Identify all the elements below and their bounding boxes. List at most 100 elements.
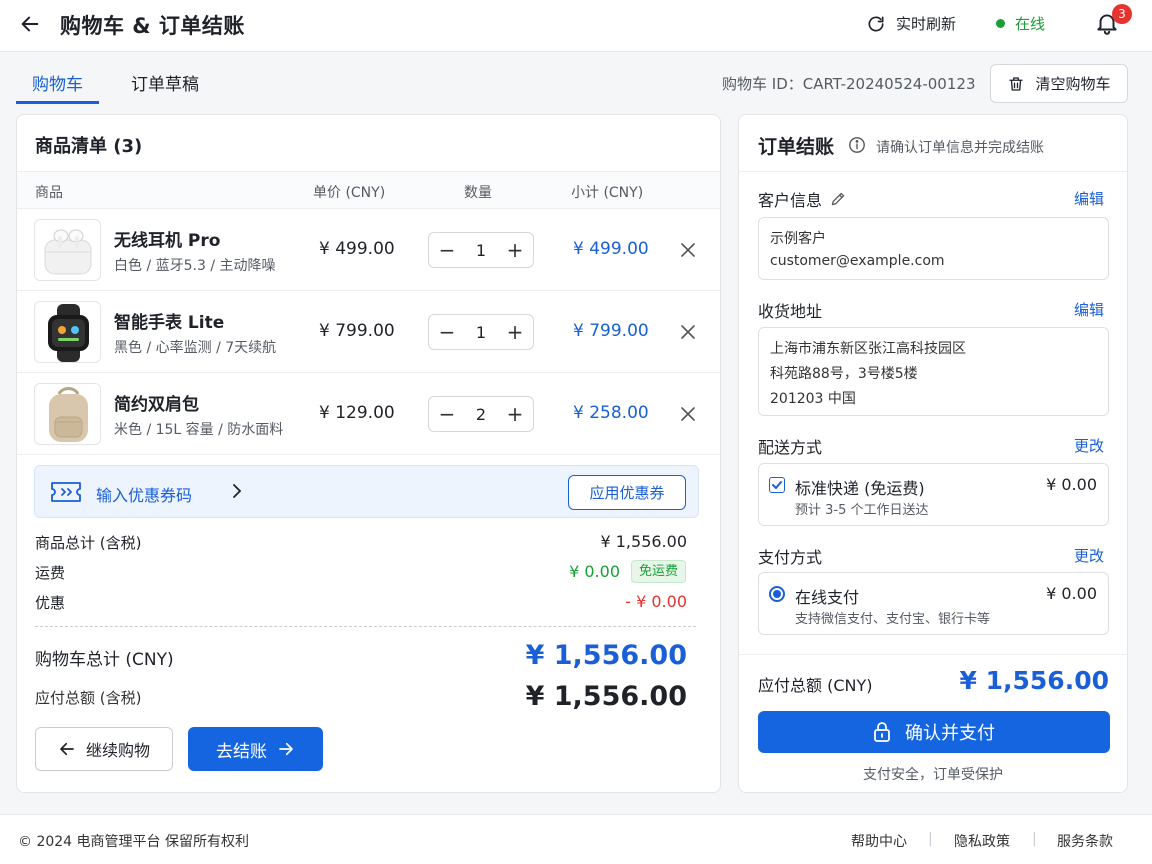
col-quantity: 数量 <box>464 185 492 201</box>
back-button[interactable] <box>16 10 44 38</box>
payment-radio[interactable] <box>769 586 785 602</box>
delivery-price: ¥ 0.00 <box>1046 475 1097 494</box>
divider <box>739 654 1127 655</box>
delivery-checkbox[interactable] <box>769 477 785 493</box>
quantity-stepper: − 2 + <box>428 396 534 432</box>
tab-cart[interactable]: 购物车 <box>16 70 99 104</box>
product-attributes: 米色 / 15L 容量 / 防水面料 <box>114 422 284 438</box>
footer-link-help[interactable]: 帮助中心 <box>851 831 907 851</box>
cart-row: 无线耳机 Pro 白色 / 蓝牙5.3 / 主动降噪 ¥ 499.00 − 1 … <box>17 209 720 291</box>
plus-button[interactable]: + <box>497 315 533 349</box>
edit-customer-link[interactable]: 编辑 <box>1074 188 1104 209</box>
delivery-option[interactable]: 标准快递 (免运费) 预计 3-5 个工作日送达 ¥ 0.00 <box>758 463 1109 526</box>
pencil-icon[interactable] <box>830 191 846 207</box>
status-dot <box>996 19 1005 28</box>
footer-separator: | <box>928 831 933 847</box>
checkout-amount-due-label: 应付总额 (CNY) <box>758 676 873 695</box>
coupon-code-input[interactable]: 输入优惠券码 <box>96 482 192 506</box>
shipping-value: ¥ 0.00 <box>569 562 620 581</box>
unit-price: ¥ 499.00 <box>319 239 395 259</box>
close-icon <box>681 243 695 257</box>
item-subtotal: ¥ 258.00 <box>573 403 649 423</box>
customer-label: 客户信息 <box>758 191 823 210</box>
address-line: 上海市浦东新区张江高科技园区 <box>770 341 966 357</box>
edit-address-link[interactable]: 编辑 <box>1074 299 1104 320</box>
change-payment-link[interactable]: 更改 <box>1074 545 1104 566</box>
go-checkout-button[interactable]: 去结账 <box>188 727 323 771</box>
trash-icon <box>1009 76 1024 91</box>
arrow-right-icon <box>279 742 293 756</box>
checkout-amount-due-value: ¥ 1,556.00 <box>959 666 1109 695</box>
item-subtotal: ¥ 799.00 <box>573 321 649 341</box>
customer-section-label: 客户信息 <box>758 187 846 211</box>
address-line: 201203 中国 <box>770 391 856 407</box>
divider <box>739 171 1127 172</box>
refresh-label: 实时刷新 <box>896 15 957 33</box>
confirm-pay-label: 确认并支付 <box>905 723 995 744</box>
col-product: 商品 <box>35 185 63 201</box>
goods-total-value: ¥ 1,556.00 <box>600 532 687 551</box>
quantity-value[interactable]: 1 <box>465 241 497 260</box>
confirm-pay-button[interactable]: 确认并支付 <box>758 711 1110 753</box>
minus-button[interactable]: − <box>429 397 465 431</box>
minus-button[interactable]: − <box>429 233 465 267</box>
delivery-label: 配送方式 <box>758 438 823 457</box>
remove-item-button[interactable] <box>677 321 699 343</box>
quantity-value[interactable]: 1 <box>465 323 497 342</box>
refresh-toggle[interactable]: 实时刷新 <box>866 13 956 34</box>
tab-order-draft[interactable]: 订单草稿 <box>131 70 199 95</box>
delivery-option-desc: 预计 3-5 个工作日送达 <box>795 503 929 518</box>
footer: © 2024 电商管理平台 保留所有权利 帮助中心 | 隐私政策 | 服务条款 <box>0 814 1152 864</box>
copyright: © 2024 电商管理平台 保留所有权利 <box>18 834 249 850</box>
cart-total-value: ¥ 1,556.00 <box>525 640 687 671</box>
address-line: 科苑路88号，3号楼5楼 <box>770 366 918 382</box>
footer-link-privacy[interactable]: 隐私政策 <box>954 831 1010 851</box>
cart-id: 购物车 ID：CART-20240524-00123 <box>722 75 976 93</box>
checkout-title: 订单结账 <box>758 136 835 158</box>
cart-row: 智能手表 Lite 黑色 / 心率监测 / 7天续航 ¥ 799.00 − 1 … <box>17 291 720 373</box>
remove-item-button[interactable] <box>677 239 699 261</box>
checkout-panel: 订单结账 请确认订单信息并完成结账 客户信息 编辑 示例客户 customer@… <box>738 114 1128 793</box>
product-name: 无线耳机 Pro <box>114 231 221 251</box>
payment-label: 支付方式 <box>758 548 823 567</box>
ticket-icon <box>51 482 81 502</box>
clear-cart-button[interactable]: 清空购物车 <box>990 64 1128 103</box>
close-icon <box>681 325 695 339</box>
goods-total-label: 商品总计 (含税) <box>35 534 142 552</box>
check-icon <box>772 481 782 489</box>
cart-total-label: 购物车总计 (CNY) <box>35 650 174 670</box>
cart-title: 商品清单 (3) <box>35 136 143 157</box>
chevron-right-icon <box>233 484 242 498</box>
smartwatch-icon <box>34 301 101 363</box>
change-delivery-link[interactable]: 更改 <box>1074 435 1104 456</box>
notifications-button[interactable]: 3 <box>1094 4 1132 38</box>
payment-option-desc: 支持微信支付、支付宝、银行卡等 <box>795 612 991 627</box>
notification-badge: 3 <box>1112 4 1132 24</box>
shipping-label: 运费 <box>35 564 66 582</box>
plus-button[interactable]: + <box>497 233 533 267</box>
quantity-value[interactable]: 2 <box>465 405 497 424</box>
unit-price: ¥ 799.00 <box>319 321 395 341</box>
remove-item-button[interactable] <box>677 403 699 425</box>
close-icon <box>681 407 695 421</box>
plus-button[interactable]: + <box>497 397 533 431</box>
minus-button[interactable]: − <box>429 315 465 349</box>
footer-link-terms[interactable]: 服务条款 <box>1057 831 1113 851</box>
quantity-stepper: − 1 + <box>428 314 534 350</box>
quantity-stepper: − 1 + <box>428 232 534 268</box>
apply-coupon-button[interactable]: 应用优惠券 <box>568 475 686 510</box>
footer-separator: | <box>1032 831 1037 847</box>
cart-row: 简约双肩包 米色 / 15L 容量 / 防水面料 ¥ 129.00 − 2 + … <box>17 373 720 455</box>
checkout-subtitle: 请确认订单信息并完成结账 <box>876 140 1044 156</box>
cart-table-header: 商品 单价 (CNY) 数量 小计 (CNY) <box>17 171 720 209</box>
continue-shopping-button[interactable]: 继续购物 <box>35 727 173 771</box>
earbuds-icon <box>34 219 101 281</box>
payment-option[interactable]: 在线支付 支持微信支付、支付宝、银行卡等 ¥ 0.00 <box>758 572 1109 635</box>
checkout-label: 去结账 <box>216 741 267 762</box>
product-attributes: 黑色 / 心率监测 / 7天续航 <box>114 340 277 356</box>
unit-price: ¥ 129.00 <box>319 403 395 423</box>
status-label: 在线 <box>1015 15 1046 33</box>
address-box: 上海市浦东新区张江高科技园区 科苑路88号，3号楼5楼 201203 中国 <box>758 327 1109 416</box>
payment-price: ¥ 0.00 <box>1046 584 1097 603</box>
delivery-option-name: 标准快递 (免运费) <box>795 479 925 498</box>
